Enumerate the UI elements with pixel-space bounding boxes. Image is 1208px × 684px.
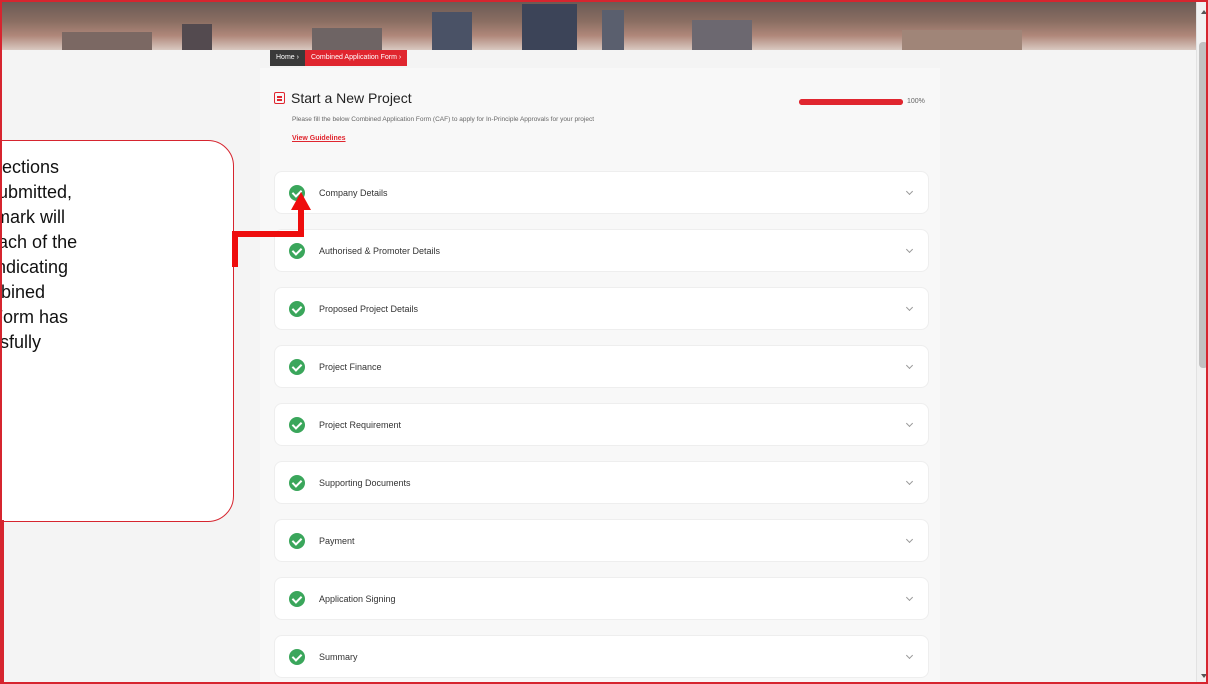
breadcrumb: Home › Combined Application Form › [270, 50, 408, 66]
chevron-down-icon[interactable] [905, 245, 914, 253]
accordion-section[interactable]: Supporting Documents [274, 461, 929, 504]
page-title-row: Start a New Project [274, 90, 412, 106]
page-title: Start a New Project [291, 90, 412, 106]
accordion-section[interactable]: Project Requirement [274, 403, 929, 446]
banner-building [602, 10, 624, 50]
section-label: Payment [319, 535, 355, 546]
accordion-section[interactable]: Project Finance [274, 345, 929, 388]
chevron-down-icon[interactable] [905, 477, 914, 485]
chevron-down-icon[interactable] [905, 535, 914, 543]
city-banner [2, 2, 1196, 50]
accordion-section[interactable]: Proposed Project Details [274, 287, 929, 330]
annotation-connector-line [2, 520, 4, 682]
section-label: Company Details [319, 187, 388, 198]
view-guidelines-link[interactable]: View Guidelines [292, 135, 346, 142]
progress-bar-fill [799, 99, 903, 105]
accordion-section[interactable]: Application Signing [274, 577, 929, 620]
annotation-callout-text: the sections l & submitted, tick mark wi… [0, 157, 78, 352]
check-circle-icon [289, 242, 305, 259]
check-circle-icon [289, 358, 305, 375]
check-circle-icon [289, 532, 305, 549]
section-label: Project Requirement [319, 419, 402, 430]
check-circle-icon [289, 474, 305, 491]
section-label: Application Signing [319, 593, 396, 604]
chevron-down-icon[interactable] [905, 361, 914, 369]
check-circle-icon [289, 300, 305, 317]
chevron-down-icon[interactable] [905, 303, 914, 311]
accordion-section[interactable]: Authorised & Promoter Details [274, 229, 929, 272]
annotation-arrow-head-icon [291, 192, 311, 210]
annotation-arrow-segment [298, 208, 304, 237]
section-label: Project Finance [319, 361, 382, 372]
chevron-down-icon[interactable] [905, 187, 914, 195]
progress-bar [799, 99, 903, 105]
breadcrumb-current[interactable]: Combined Application Form › [304, 50, 408, 66]
progress-label: 100% [907, 98, 925, 105]
section-label: Authorised & Promoter Details [319, 245, 441, 256]
accordion-section[interactable]: Payment [274, 519, 929, 562]
banner-building [432, 12, 472, 50]
scroll-up-icon[interactable] [1201, 10, 1206, 14]
scroll-thumb[interactable] [1199, 42, 1206, 368]
breadcrumb-home[interactable]: Home › [270, 50, 305, 66]
vertical-scrollbar[interactable] [1196, 2, 1206, 682]
section-label: Summary [319, 651, 358, 662]
section-label: Supporting Documents [319, 477, 411, 488]
screenshot-frame: Home › Combined Application Form › Start… [0, 0, 1208, 684]
page-subtitle: Please fill the below Combined Applicati… [292, 116, 595, 123]
banner-building [312, 28, 382, 50]
check-circle-icon [289, 648, 305, 665]
chevron-down-icon[interactable] [905, 419, 914, 427]
annotation-callout: the sections l & submitted, tick mark wi… [0, 140, 234, 522]
banner-building [902, 30, 1022, 50]
banner-building [522, 4, 577, 50]
banner-building [182, 24, 212, 50]
section-label: Proposed Project Details [319, 303, 419, 314]
annotation-arrow-segment [232, 231, 304, 237]
banner-building [692, 20, 752, 50]
banner-building [62, 32, 152, 50]
scroll-down-icon[interactable] [1201, 674, 1206, 678]
check-circle-icon [289, 416, 305, 433]
chevron-down-icon[interactable] [905, 593, 914, 601]
document-icon [274, 92, 285, 104]
accordion-section[interactable]: Company Details [274, 171, 929, 214]
accordion-section[interactable]: Summary [274, 635, 929, 678]
check-circle-icon [289, 590, 305, 607]
chevron-down-icon[interactable] [905, 651, 914, 659]
